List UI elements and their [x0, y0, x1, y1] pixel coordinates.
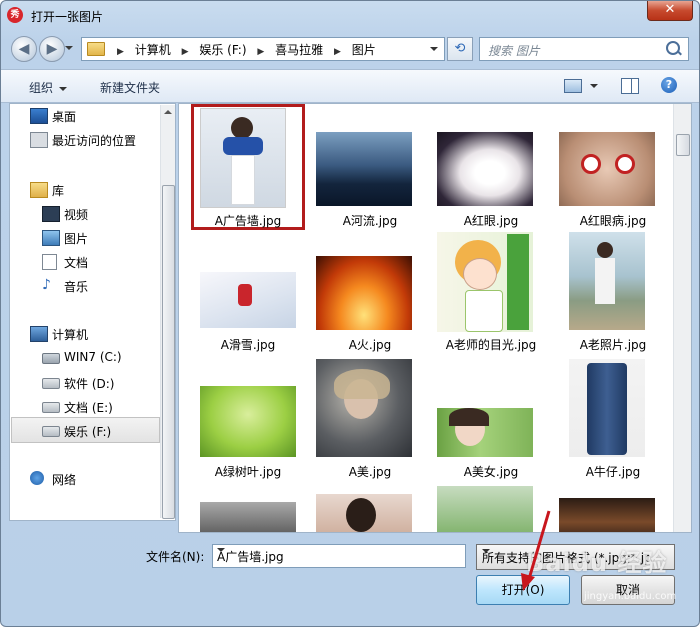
annotation-arrow-icon: [521, 510, 551, 591]
file-open-dialog: 秀 打开一张图片 ✕ ◀ ▶ ▶ 计算机 ▶ 娱乐 (F:) ▶ 喜马拉雅 ▶ …: [0, 0, 700, 627]
